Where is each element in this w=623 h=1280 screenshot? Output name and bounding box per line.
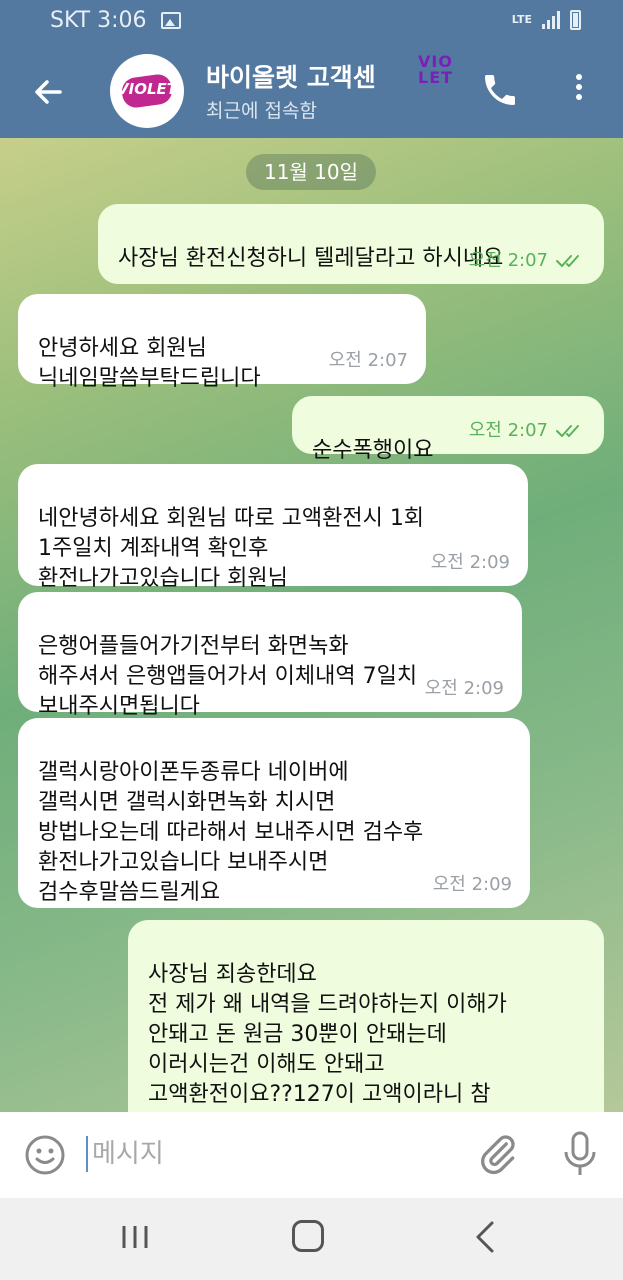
message-bubble-incoming[interactable]: 갤럭시랑아이폰두종류다 네이버에 갤럭시면 갤럭시화면녹화 치시면 방법나오는데…	[18, 718, 530, 908]
chevron-left-icon	[476, 1221, 494, 1253]
chat-title[interactable]: 바이올렛 고객센	[206, 58, 376, 94]
home-button[interactable]	[292, 1220, 324, 1252]
paperclip-icon	[481, 1135, 515, 1175]
message-input[interactable]	[92, 1132, 452, 1176]
message-time: 오전 2:07	[468, 420, 548, 441]
emoji-icon	[25, 1135, 65, 1175]
message-text: 갤럭시랑아이폰두종류다 네이버에 갤럭시면 갤럭시화면녹화 치시면 방법나오는데…	[38, 760, 424, 905]
message-meta: 오전 2:07	[329, 346, 408, 376]
more-dot-icon	[576, 94, 582, 100]
title-logo-bottom: LET	[418, 68, 454, 87]
chat-header: VIOLET 바이올렛 고객센 VIO LET 최근에 접속함	[0, 44, 623, 138]
status-bar: SKT 3:06 LTE	[0, 0, 623, 44]
message-meta: 오전 2:09	[431, 548, 510, 578]
back-button[interactable]	[26, 70, 70, 114]
status-left: SKT 3:06	[50, 8, 181, 33]
chat-area[interactable]: 11월 10일 사장님 환전신청하니 텔레달라고 하시네요 오전 2:07 안녕…	[0, 138, 623, 1112]
recent-apps-icon	[122, 1226, 148, 1248]
system-back-button[interactable]	[470, 1220, 500, 1254]
message-bubble-incoming[interactable]: 네안녕하세요 회원님 따로 고액환전시 1회 1주일치 계좌내역 확인후 환전나…	[18, 464, 528, 591]
text-caret	[86, 1136, 88, 1172]
message-bubble-outgoing[interactable]: 사장님 환전신청하니 텔레달라고 하시네요 오전 2:07	[98, 204, 604, 284]
message-time: 오전 2:09	[430, 552, 510, 573]
message-input-bar	[0, 1112, 623, 1198]
date-separator: 11월 10일	[246, 154, 376, 190]
message-bubble-incoming[interactable]: 은행어플들어가기전부터 화면녹화 해주셔서 은행앱들어가서 이체내역 7일치 보…	[18, 592, 522, 719]
more-options-button[interactable]	[564, 70, 594, 114]
phone-icon	[485, 75, 515, 105]
message-text: 순수폭행이요	[312, 438, 434, 463]
last-seen-status: 최근에 접속함	[206, 100, 317, 122]
double-check-icon	[556, 255, 579, 267]
more-dot-icon	[576, 74, 582, 80]
message-text: 네안녕하세요 회원님 따로 고액환전시 1회 1주일치 계좌내역 확인후 환전나…	[38, 506, 425, 591]
message-meta: 오전 2:07	[469, 246, 586, 276]
message-bubble-outgoing[interactable]: 순수폭행이요 오전 2:07	[292, 396, 604, 463]
message-text: 은행어플들어가기전부터 화면녹화 해주셔서 은행앱들어가서 이체내역 7일치 보…	[38, 634, 418, 719]
message-meta: 오전 2:07	[469, 416, 586, 446]
message-text: 사장님 죄송한데요 전 제가 왜 내역을 드려야하는지 이해가 안돼고 돈 원금…	[148, 962, 507, 1107]
gallery-notification-icon	[160, 12, 181, 29]
call-button[interactable]	[478, 68, 522, 112]
double-check-icon	[556, 425, 579, 437]
avatar-logo-text: VIOLET	[117, 80, 177, 98]
message-text: 사장님 환전신청하니 텔레달라고 하시네요	[118, 246, 504, 271]
system-navigation-bar	[0, 1198, 623, 1280]
message-time: 오전 2:07	[328, 350, 408, 371]
battery-icon	[570, 10, 581, 30]
emoji-button[interactable]	[24, 1134, 66, 1176]
title-logo: VIO LET	[418, 54, 453, 86]
message-time: 오전 2:07	[468, 250, 548, 271]
message-text: 안녕하세요 회원님 닉네임말씀부탁드립니다	[38, 336, 261, 391]
message-time: 오전 2:09	[432, 874, 512, 895]
status-right: LTE	[512, 10, 581, 30]
message-time: 오전 2:09	[424, 678, 504, 699]
arrow-left-icon	[35, 80, 62, 104]
microphone-icon	[564, 1131, 596, 1175]
message-bubble-incoming[interactable]: 안녕하세요 회원님 닉네임말씀부탁드립니다 오전 2:07	[18, 294, 426, 391]
avatar[interactable]: VIOLET	[110, 54, 184, 128]
status-carrier-time: SKT 3:06	[50, 8, 147, 33]
message-meta: 오전 2:09	[433, 870, 512, 900]
lte-icon: LTE	[511, 13, 532, 26]
recent-apps-button[interactable]	[120, 1222, 150, 1252]
attach-button[interactable]	[476, 1132, 520, 1176]
more-dot-icon	[576, 84, 582, 90]
signal-icon	[542, 11, 560, 29]
voice-message-button[interactable]	[560, 1130, 600, 1178]
message-bubble-outgoing[interactable]: 사장님 죄송한데요 전 제가 왜 내역을 드려야하는지 이해가 안돼고 돈 원금…	[128, 920, 604, 1112]
message-meta: 오전 2:09	[425, 674, 504, 704]
